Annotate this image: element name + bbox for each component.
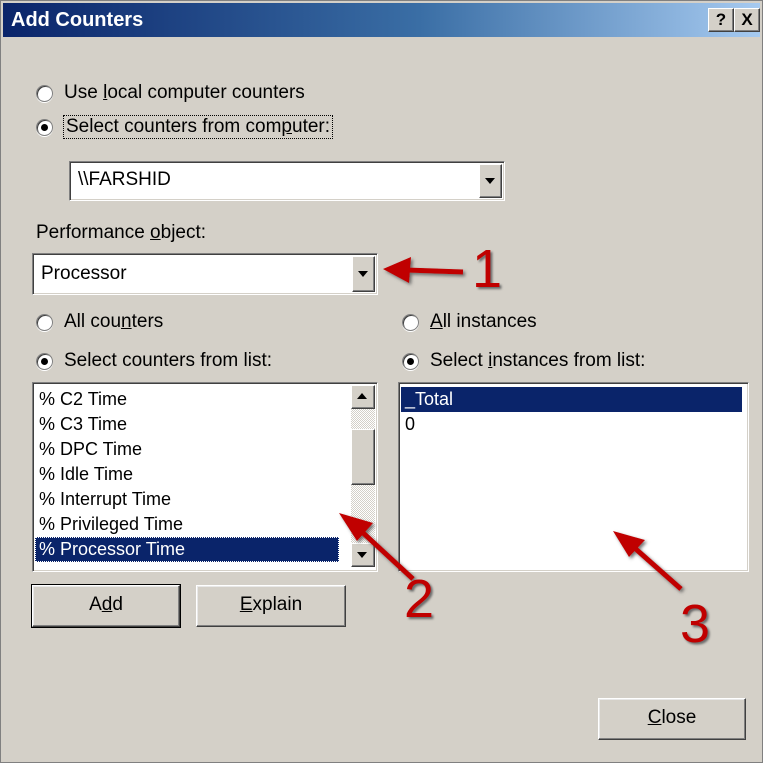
arrow-head-1-icon [383,257,411,283]
annotation-label-1: 1 [472,239,503,299]
annotation-layer [339,257,683,591]
add-counters-dialog: Add Counters ? X Use local computer coun… [0,0,763,763]
annotation-arrow-3 [627,541,683,591]
annotation-label-2: 2 [404,569,435,629]
annotation-label-3: 3 [680,594,711,654]
annotation-arrow-1 [405,267,464,275]
